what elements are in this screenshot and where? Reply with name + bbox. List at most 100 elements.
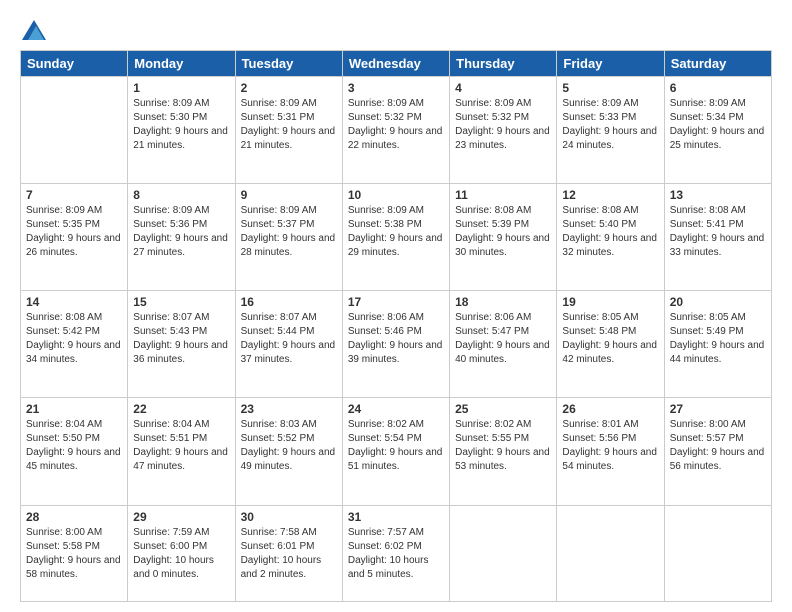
day-number: 30 [241,510,337,524]
header-sunday: Sunday [21,51,128,77]
day-number: 10 [348,188,444,202]
calendar-row: 7 Sunrise: 8:09 AM Sunset: 5:35 PM Dayli… [21,184,772,291]
calendar-cell: 30 Sunrise: 7:58 AM Sunset: 6:01 PM Dayl… [235,505,342,601]
sunrise-text: Sunrise: 8:04 AM [26,419,102,430]
daylight-text: Daylight: 9 hours and 37 minutes. [241,340,336,365]
cell-info: Sunrise: 8:09 AM Sunset: 5:35 PM Dayligh… [26,204,122,260]
sunset-text: Sunset: 5:52 PM [241,433,315,444]
sunrise-text: Sunrise: 8:09 AM [348,205,424,216]
calendar-cell: 8 Sunrise: 8:09 AM Sunset: 5:36 PM Dayli… [128,184,235,291]
day-number: 12 [562,188,658,202]
sunrise-text: Sunrise: 8:09 AM [455,98,531,109]
calendar-row: 28 Sunrise: 8:00 AM Sunset: 5:58 PM Dayl… [21,505,772,601]
sunset-text: Sunset: 5:32 PM [348,112,422,123]
calendar-cell [450,505,557,601]
daylight-text: Daylight: 9 hours and 33 minutes. [670,233,765,258]
calendar-cell: 2 Sunrise: 8:09 AM Sunset: 5:31 PM Dayli… [235,77,342,184]
day-number: 22 [133,402,229,416]
sunrise-text: Sunrise: 8:09 AM [348,98,424,109]
sunset-text: Sunset: 5:42 PM [26,326,100,337]
sunrise-text: Sunrise: 8:07 AM [241,312,317,323]
cell-info: Sunrise: 8:09 AM Sunset: 5:38 PM Dayligh… [348,204,444,260]
sunrise-text: Sunrise: 8:09 AM [26,205,102,216]
sunrise-text: Sunrise: 8:09 AM [670,98,746,109]
sunset-text: Sunset: 5:56 PM [562,433,636,444]
calendar-cell: 10 Sunrise: 8:09 AM Sunset: 5:38 PM Dayl… [342,184,449,291]
sunrise-text: Sunrise: 8:08 AM [562,205,638,216]
weekday-header-row: Sunday Monday Tuesday Wednesday Thursday… [21,51,772,77]
logo [20,20,46,40]
sunset-text: Sunset: 5:40 PM [562,219,636,230]
cell-info: Sunrise: 8:08 AM Sunset: 5:42 PM Dayligh… [26,311,122,367]
sunset-text: Sunset: 5:34 PM [670,112,744,123]
sunset-text: Sunset: 5:55 PM [455,433,529,444]
cell-info: Sunrise: 7:59 AM Sunset: 6:00 PM Dayligh… [133,526,229,582]
header-tuesday: Tuesday [235,51,342,77]
day-number: 4 [455,81,551,95]
sunset-text: Sunset: 5:50 PM [26,433,100,444]
sunrise-text: Sunrise: 8:08 AM [670,205,746,216]
sunrise-text: Sunrise: 8:03 AM [241,419,317,430]
cell-info: Sunrise: 8:04 AM Sunset: 5:51 PM Dayligh… [133,418,229,474]
sunset-text: Sunset: 5:32 PM [455,112,529,123]
day-number: 31 [348,510,444,524]
calendar-row: 14 Sunrise: 8:08 AM Sunset: 5:42 PM Dayl… [21,291,772,398]
sunset-text: Sunset: 5:38 PM [348,219,422,230]
daylight-text: Daylight: 9 hours and 36 minutes. [133,340,228,365]
day-number: 8 [133,188,229,202]
calendar-cell: 21 Sunrise: 8:04 AM Sunset: 5:50 PM Dayl… [21,398,128,505]
sunset-text: Sunset: 5:39 PM [455,219,529,230]
sunrise-text: Sunrise: 8:00 AM [670,419,746,430]
sunrise-text: Sunrise: 8:02 AM [348,419,424,430]
sunset-text: Sunset: 5:36 PM [133,219,207,230]
sunrise-text: Sunrise: 8:08 AM [26,312,102,323]
cell-info: Sunrise: 8:07 AM Sunset: 5:43 PM Dayligh… [133,311,229,367]
sunset-text: Sunset: 5:51 PM [133,433,207,444]
sunset-text: Sunset: 5:33 PM [562,112,636,123]
day-number: 7 [26,188,122,202]
cell-info: Sunrise: 8:08 AM Sunset: 5:39 PM Dayligh… [455,204,551,260]
cell-info: Sunrise: 8:08 AM Sunset: 5:41 PM Dayligh… [670,204,766,260]
sunset-text: Sunset: 5:58 PM [26,541,100,552]
daylight-text: Daylight: 9 hours and 40 minutes. [455,340,550,365]
calendar-cell: 15 Sunrise: 8:07 AM Sunset: 5:43 PM Dayl… [128,291,235,398]
calendar-cell: 23 Sunrise: 8:03 AM Sunset: 5:52 PM Dayl… [235,398,342,505]
header-friday: Friday [557,51,664,77]
day-number: 25 [455,402,551,416]
day-number: 2 [241,81,337,95]
sunset-text: Sunset: 5:48 PM [562,326,636,337]
day-number: 17 [348,295,444,309]
daylight-text: Daylight: 9 hours and 47 minutes. [133,447,228,472]
sunset-text: Sunset: 5:30 PM [133,112,207,123]
sunrise-text: Sunrise: 8:02 AM [455,419,531,430]
header-monday: Monday [128,51,235,77]
sunset-text: Sunset: 5:35 PM [26,219,100,230]
day-number: 26 [562,402,658,416]
sunrise-text: Sunrise: 8:06 AM [348,312,424,323]
sunset-text: Sunset: 6:01 PM [241,541,315,552]
cell-info: Sunrise: 8:06 AM Sunset: 5:46 PM Dayligh… [348,311,444,367]
cell-info: Sunrise: 8:05 AM Sunset: 5:49 PM Dayligh… [670,311,766,367]
daylight-text: Daylight: 10 hours and 2 minutes. [241,555,322,580]
daylight-text: Daylight: 9 hours and 53 minutes. [455,447,550,472]
cell-info: Sunrise: 8:05 AM Sunset: 5:48 PM Dayligh… [562,311,658,367]
day-number: 27 [670,402,766,416]
calendar-cell: 12 Sunrise: 8:08 AM Sunset: 5:40 PM Dayl… [557,184,664,291]
sunset-text: Sunset: 5:54 PM [348,433,422,444]
calendar-table: Sunday Monday Tuesday Wednesday Thursday… [20,50,772,602]
calendar-cell: 11 Sunrise: 8:08 AM Sunset: 5:39 PM Dayl… [450,184,557,291]
day-number: 1 [133,81,229,95]
day-number: 15 [133,295,229,309]
cell-info: Sunrise: 7:57 AM Sunset: 6:02 PM Dayligh… [348,526,444,582]
calendar-cell: 22 Sunrise: 8:04 AM Sunset: 5:51 PM Dayl… [128,398,235,505]
cell-info: Sunrise: 8:09 AM Sunset: 5:37 PM Dayligh… [241,204,337,260]
calendar-cell: 27 Sunrise: 8:00 AM Sunset: 5:57 PM Dayl… [664,398,771,505]
calendar-cell: 25 Sunrise: 8:02 AM Sunset: 5:55 PM Dayl… [450,398,557,505]
daylight-text: Daylight: 10 hours and 0 minutes. [133,555,214,580]
calendar-cell: 16 Sunrise: 8:07 AM Sunset: 5:44 PM Dayl… [235,291,342,398]
calendar-cell: 17 Sunrise: 8:06 AM Sunset: 5:46 PM Dayl… [342,291,449,398]
sunrise-text: Sunrise: 7:57 AM [348,527,424,538]
calendar-cell: 14 Sunrise: 8:08 AM Sunset: 5:42 PM Dayl… [21,291,128,398]
cell-info: Sunrise: 8:00 AM Sunset: 5:58 PM Dayligh… [26,526,122,582]
calendar-row: 1 Sunrise: 8:09 AM Sunset: 5:30 PM Dayli… [21,77,772,184]
